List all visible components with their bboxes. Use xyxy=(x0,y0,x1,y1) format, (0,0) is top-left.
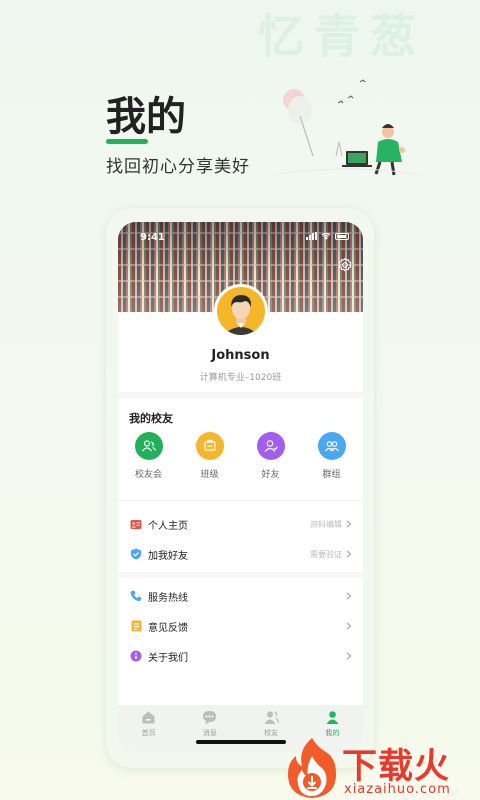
quick-item-label: 校友会 xyxy=(134,470,162,480)
tab-home[interactable]: 首页 xyxy=(118,705,179,752)
title-accent-bar xyxy=(106,139,148,144)
shield-check-icon xyxy=(130,548,142,560)
list-divider xyxy=(118,500,363,501)
battery-icon xyxy=(335,232,349,240)
phone-screen: 9:41 Johnson 计算机专业–1020班 我的校友 校友会 班级 好友 … xyxy=(118,222,363,752)
quick-item-label: 好友 xyxy=(261,470,280,480)
page-title: 我的 xyxy=(106,94,186,140)
menu-item-label: 意见反馈 xyxy=(148,622,188,634)
quick-item-label: 群组 xyxy=(322,470,341,480)
chevron-right-icon xyxy=(346,622,352,630)
chevron-right-icon xyxy=(346,652,352,660)
chevron-right-icon xyxy=(346,550,352,558)
site-watermark-logo: 下载火 xiazaihuo.com xyxy=(285,736,480,800)
menu-item-label: 服务热线 xyxy=(148,592,188,604)
profile-major: 计算机专业–1020班 xyxy=(199,373,282,383)
tab-messages[interactable]: 消息 xyxy=(179,705,240,752)
section-divider xyxy=(118,572,363,578)
brand-watermark: 忆青葱 xyxy=(258,9,426,63)
quick-item-friend[interactable]: 好友 xyxy=(240,432,301,480)
chevron-right-icon xyxy=(346,592,352,600)
feedback-icon xyxy=(130,620,142,632)
home-icon xyxy=(142,711,155,724)
page-subtitle: 找回初心分享美好 xyxy=(106,157,250,177)
menu-item-personal-page[interactable]: 个人主页 资料编辑 xyxy=(118,512,363,536)
friends-quick-actions: 校友会 班级 好友 群组 xyxy=(118,432,363,480)
class-icon xyxy=(195,432,224,460)
settings-icon[interactable] xyxy=(337,257,353,273)
user-icon xyxy=(326,711,339,724)
friend-icon xyxy=(256,432,285,460)
menu-item-hint: 需要验证 xyxy=(310,549,342,559)
tab-label: 首页 xyxy=(141,729,156,737)
message-icon xyxy=(203,711,217,725)
alumni-icon xyxy=(134,432,163,460)
group-icon xyxy=(317,432,346,460)
info-icon xyxy=(130,650,142,662)
phone-icon xyxy=(130,590,142,602)
avatar-person-icon xyxy=(223,295,259,335)
chevron-right-icon xyxy=(346,520,352,528)
reading-person-illustration xyxy=(278,79,418,176)
flame-logo-icon xyxy=(288,738,336,798)
friends-section-title: 我的校友 xyxy=(129,412,173,425)
menu-item-label: 关于我们 xyxy=(148,652,188,664)
quick-item-class[interactable]: 班级 xyxy=(179,432,240,480)
menu-item-about[interactable]: 关于我们 xyxy=(118,644,363,668)
profile-name: Johnson xyxy=(211,348,270,363)
tab-label: 校友 xyxy=(264,729,279,737)
menu-item-label: 个人主页 xyxy=(148,520,188,532)
watermark-site-url: xiazaihuo.com xyxy=(344,782,451,797)
profile-card-icon xyxy=(130,518,142,530)
alumni-tab-icon xyxy=(264,711,279,724)
menu-item-hotline[interactable]: 服务热线 xyxy=(118,584,363,608)
tab-label: 消息 xyxy=(202,729,217,737)
wifi-icon xyxy=(321,232,331,240)
signal-icon xyxy=(306,232,317,240)
quick-item-group[interactable]: 群组 xyxy=(301,432,362,480)
menu-item-label: 加我好友 xyxy=(148,550,188,562)
avatar[interactable] xyxy=(214,284,268,338)
status-icons xyxy=(306,232,349,240)
quick-item-label: 班级 xyxy=(200,470,219,480)
status-time: 9:41 xyxy=(140,232,165,243)
phone-mockup: 9:41 Johnson 计算机专业–1020班 我的校友 校友会 班级 好友 … xyxy=(106,208,374,768)
section-divider xyxy=(118,392,363,398)
quick-item-alumni[interactable]: 校友会 xyxy=(118,432,179,480)
menu-item-add-friend[interactable]: 加我好友 需要验证 xyxy=(118,542,363,566)
home-indicator xyxy=(196,740,286,744)
menu-item-feedback[interactable]: 意见反馈 xyxy=(118,614,363,638)
menu-item-hint: 资料编辑 xyxy=(310,519,342,529)
